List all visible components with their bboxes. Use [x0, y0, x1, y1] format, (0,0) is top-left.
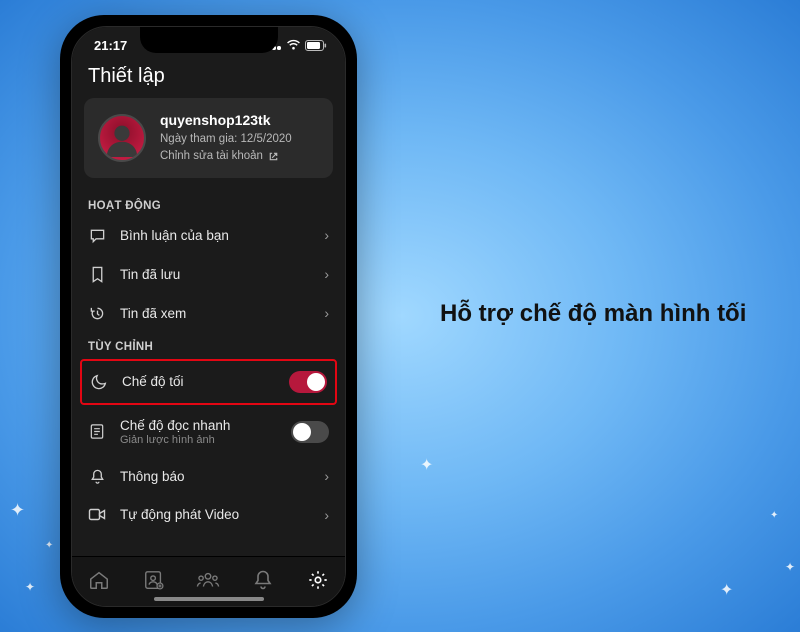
- phone-frame: 21:17 Thiết lập: [60, 15, 357, 618]
- sparkle-decoration: ✦: [10, 500, 25, 521]
- fast-read-toggle[interactable]: [291, 421, 329, 443]
- promo-caption: Hỗ trợ chế độ màn hình tối: [440, 300, 746, 328]
- status-time: 21:17: [94, 38, 127, 53]
- menu-dark-mode[interactable]: Chế độ tối: [82, 361, 335, 403]
- bell-icon: [88, 468, 106, 485]
- dark-mode-highlight: Chế độ tối: [80, 359, 337, 405]
- sparkle-decoration: ✦: [720, 580, 733, 600]
- comment-icon: [88, 227, 106, 244]
- home-indicator[interactable]: [154, 597, 264, 601]
- menu-label: Chế độ đọc nhanh Giản lược hình ảnh: [120, 418, 277, 446]
- menu-label: Thông báo: [120, 469, 310, 484]
- menu-label: Bình luận của bạn: [120, 228, 310, 243]
- profile-joined-date: Ngày tham gia: 12/5/2020: [160, 131, 319, 148]
- bookmark-icon: [88, 266, 106, 283]
- chevron-right-icon: ›: [324, 507, 329, 523]
- menu-saved-news[interactable]: Tin đã lưu ›: [72, 255, 345, 294]
- menu-viewed-news[interactable]: Tin đã xem ›: [72, 294, 345, 333]
- sparkle-decoration: ✦: [25, 580, 35, 594]
- activity-section-header: HOẠT ĐỘNG: [72, 192, 345, 216]
- history-icon: [88, 305, 106, 322]
- menu-label: Tự động phát Video: [120, 507, 310, 522]
- battery-icon: [305, 40, 327, 51]
- chevron-right-icon: ›: [324, 266, 329, 282]
- dark-mode-toggle[interactable]: [289, 371, 327, 393]
- video-icon: [88, 507, 106, 522]
- nav-settings[interactable]: [298, 560, 338, 600]
- menu-label: Chế độ tối: [122, 374, 275, 389]
- customize-section-header: TÙY CHỈNH: [72, 333, 345, 357]
- page-title: Thiết lập: [72, 63, 345, 98]
- chevron-right-icon: ›: [324, 468, 329, 484]
- menu-fast-read[interactable]: Chế độ đọc nhanh Giản lược hình ảnh: [72, 407, 345, 457]
- profile-username: quyenshop123tk: [160, 110, 319, 131]
- menu-sublabel: Giản lược hình ảnh: [120, 434, 277, 446]
- document-icon: [88, 423, 106, 440]
- menu-my-comments[interactable]: Bình luận của bạn ›: [72, 216, 345, 255]
- chevron-right-icon: ›: [324, 227, 329, 243]
- external-link-icon: [268, 151, 279, 162]
- menu-notifications[interactable]: Thông báo ›: [72, 457, 345, 496]
- sparkle-decoration: ✦: [45, 540, 53, 551]
- nav-home[interactable]: [79, 560, 119, 600]
- profile-card[interactable]: quyenshop123tk Ngày tham gia: 12/5/2020 …: [84, 98, 333, 178]
- sparkle-decoration: ✦: [420, 455, 433, 475]
- menu-autoplay-video[interactable]: Tự động phát Video ›: [72, 496, 345, 534]
- menu-label: Tin đã xem: [120, 306, 310, 321]
- moon-icon: [90, 373, 108, 390]
- edit-account-link[interactable]: Chỉnh sửa tài khoản: [160, 148, 319, 165]
- chevron-right-icon: ›: [324, 305, 329, 321]
- sparkle-decoration: ✦: [770, 510, 778, 521]
- sparkle-decoration: ✦: [785, 560, 795, 574]
- phone-notch: [140, 27, 278, 53]
- menu-label: Tin đã lưu: [120, 267, 310, 282]
- nav-add-user[interactable]: [134, 560, 174, 600]
- wifi-icon: [286, 39, 301, 51]
- nav-community[interactable]: [188, 560, 228, 600]
- avatar: [98, 114, 146, 162]
- nav-alerts[interactable]: [243, 560, 283, 600]
